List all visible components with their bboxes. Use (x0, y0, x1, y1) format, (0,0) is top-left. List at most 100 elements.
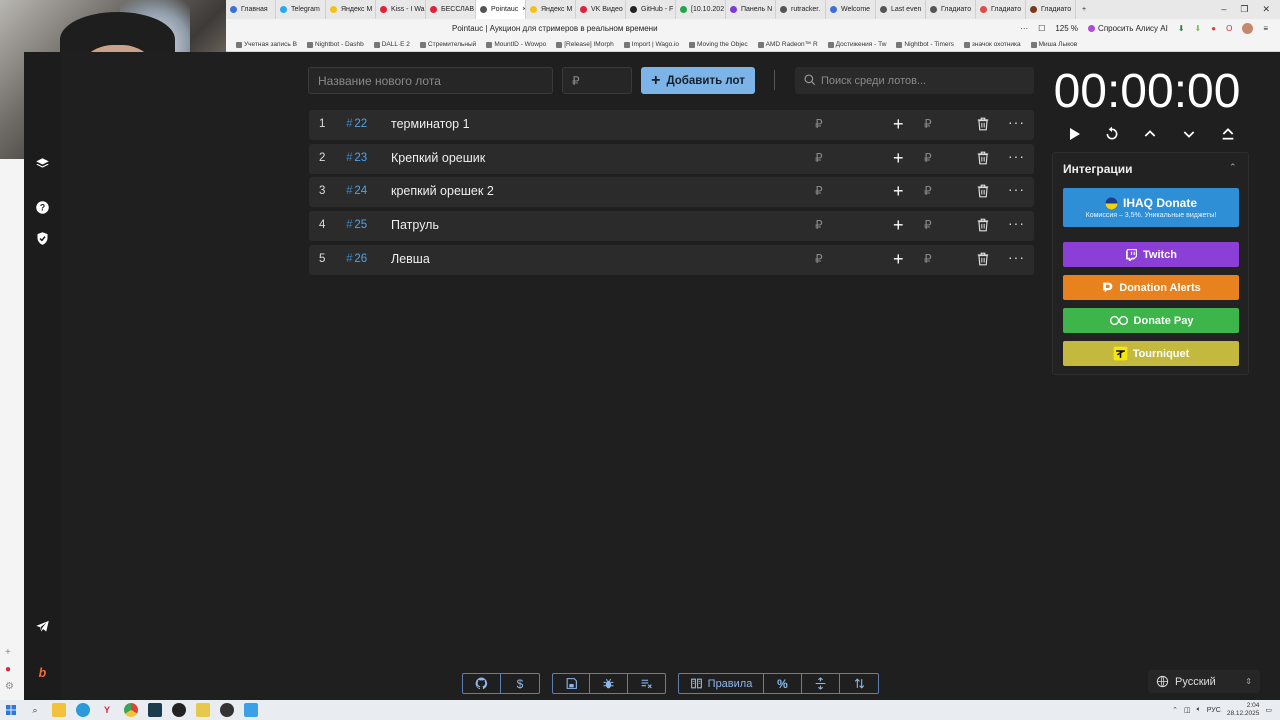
browser-tab[interactable]: Панель N (726, 0, 776, 19)
new-lot-name-input[interactable] (308, 67, 553, 94)
add-amount-button[interactable]: + (893, 215, 904, 235)
bookmark-item[interactable]: Достижения - Tw (827, 41, 886, 48)
trash-icon[interactable] (976, 116, 990, 132)
trash-icon[interactable] (976, 183, 990, 199)
more-options-icon[interactable]: ··· (1008, 148, 1025, 164)
tray-chevron-icon[interactable]: ⌃ (1172, 706, 1178, 714)
search-icon[interactable]: ⌕ (28, 703, 42, 717)
browser-tab[interactable]: [10.10.202 (676, 0, 726, 19)
lot-name[interactable]: Патруль (391, 218, 439, 232)
trash-icon[interactable] (976, 217, 990, 233)
minimize-icon[interactable]: – (1221, 4, 1226, 15)
yandex-browser-icon[interactable]: Y (100, 703, 114, 717)
bookmark-item[interactable]: AMD Radeon™ R (757, 41, 818, 48)
browser-tab[interactable]: Pointauc × (476, 0, 526, 19)
more-options-icon[interactable]: ··· (1008, 114, 1025, 130)
search-input[interactable] (821, 67, 1031, 94)
chevron-up-icon[interactable] (1140, 124, 1160, 144)
edge-icon[interactable] (76, 703, 90, 717)
browser-tab[interactable]: Гладиато (976, 0, 1026, 19)
sort-button[interactable] (840, 674, 878, 693)
bookmark-item[interactable]: Moving the Objec (689, 41, 748, 48)
browser-tab[interactable]: GitHub - F (626, 0, 676, 19)
clock[interactable]: 2:04 28.12.2025 (1227, 702, 1260, 718)
terminal-icon[interactable] (148, 703, 162, 717)
add-amount-button[interactable]: + (893, 114, 904, 134)
more-options-icon[interactable]: ··· (1008, 215, 1025, 231)
lot-id[interactable]: #23 (346, 152, 367, 164)
lot-amount[interactable]: ₽ (815, 252, 823, 266)
lot-amount[interactable]: ₽ (815, 151, 823, 165)
download-icon[interactable]: ⬇ (1178, 24, 1185, 33)
shield-check-icon[interactable] (34, 230, 50, 246)
clear-list-button[interactable] (628, 674, 665, 693)
browser-tab[interactable]: Главная (226, 0, 276, 19)
bookmark-item[interactable]: [Release] IMorph (556, 41, 614, 48)
restore-icon[interactable]: ❐ (1240, 4, 1248, 15)
menu-icon[interactable]: ≡ (1263, 24, 1268, 33)
double-chevron-up-icon[interactable] (1218, 124, 1238, 144)
obs-icon[interactable] (172, 703, 186, 717)
app-icon[interactable]: ● (5, 664, 11, 675)
language-select[interactable]: Русский ⇕ (1148, 670, 1260, 693)
trash-icon[interactable] (976, 150, 990, 166)
browser-tab[interactable]: Гладиато (1026, 0, 1076, 19)
ihaq-donate-button[interactable]: IHAQ Donate Комиссия – 3,5%. Уникальные … (1063, 188, 1239, 227)
add-amount-button[interactable]: + (893, 249, 904, 269)
github-button[interactable] (463, 674, 501, 693)
bookmark-item[interactable]: Стремительный (419, 41, 476, 48)
lot-name[interactable]: терминатор 1 (391, 117, 470, 131)
rules-button[interactable]: Правила (679, 674, 764, 693)
browser-tab[interactable]: Welcome (826, 0, 876, 19)
bookmark-item[interactable]: значок охотника (963, 41, 1021, 48)
bookmark-item[interactable]: Учетная запись B (236, 41, 297, 48)
extension-icon[interactable]: ● (1211, 24, 1216, 33)
split-button[interactable] (802, 674, 840, 693)
bookmark-item[interactable]: Nightbot - Timers (896, 41, 954, 48)
browser-tab[interactable]: Гладиато (926, 0, 976, 19)
trash-icon[interactable] (976, 251, 990, 267)
bookmark-item[interactable]: Nightbot - Dashb (306, 41, 364, 48)
lot-amount[interactable]: ₽ (815, 184, 823, 198)
donate-pay-button[interactable]: Donate Pay (1063, 308, 1239, 333)
zoom-level[interactable]: 125 % (1055, 24, 1078, 33)
play-icon[interactable] (1064, 124, 1084, 144)
browser-tab[interactable]: Яндекс М (526, 0, 576, 19)
lock-icon[interactable] (196, 703, 210, 717)
browser-tab[interactable]: БЕССЛАВ (426, 0, 476, 19)
reset-icon[interactable] (1102, 124, 1122, 144)
lot-amount[interactable]: ₽ (815, 117, 823, 131)
percent-button[interactable]: % (764, 674, 802, 693)
browser-tab[interactable]: Kiss - I Wa (376, 0, 426, 19)
add-amount-button[interactable]: + (893, 148, 904, 168)
bookmark-item[interactable]: DALL·E 2 (373, 41, 410, 48)
donate-button[interactable]: $ (501, 674, 539, 693)
save-button[interactable] (553, 674, 590, 693)
network-icon[interactable]: ◫ (1184, 706, 1191, 714)
app-icon[interactable] (220, 703, 234, 717)
lot-amount[interactable]: ₽ (815, 218, 823, 232)
search-box[interactable] (795, 67, 1034, 94)
new-tab-icon[interactable]: + (1082, 6, 1086, 13)
collapse-icon[interactable]: ⌃ (1229, 162, 1237, 173)
add-lot-button[interactable]: + Добавить лот (641, 67, 755, 94)
more-options-icon[interactable]: ··· (1008, 249, 1025, 265)
alice-button[interactable]: Спросить Алису AI (1088, 24, 1168, 33)
lot-id[interactable]: #26 (346, 253, 367, 265)
lot-name[interactable]: Левша (391, 252, 430, 266)
bug-report-button[interactable] (590, 674, 628, 693)
opera-icon[interactable]: O (1226, 24, 1232, 33)
close-icon[interactable]: ✕ (1262, 4, 1270, 15)
notifications-icon[interactable]: ▭ (1265, 706, 1272, 714)
donation-alerts-button[interactable]: Donation Alerts (1063, 275, 1239, 300)
lot-name[interactable]: Крепкий орешик (391, 151, 485, 165)
download-icon[interactable]: ⬇ (1195, 24, 1202, 33)
windows-start-icon[interactable] (4, 703, 18, 717)
new-lot-price-input[interactable] (562, 67, 632, 94)
browser-tab[interactable]: VK Видео (576, 0, 626, 19)
settings-icon[interactable]: ⚙ (5, 681, 14, 692)
lot-id[interactable]: #22 (346, 118, 367, 130)
more-options-icon[interactable]: ··· (1008, 181, 1025, 197)
lot-id[interactable]: #25 (346, 219, 367, 231)
lot-id[interactable]: #24 (346, 185, 367, 197)
